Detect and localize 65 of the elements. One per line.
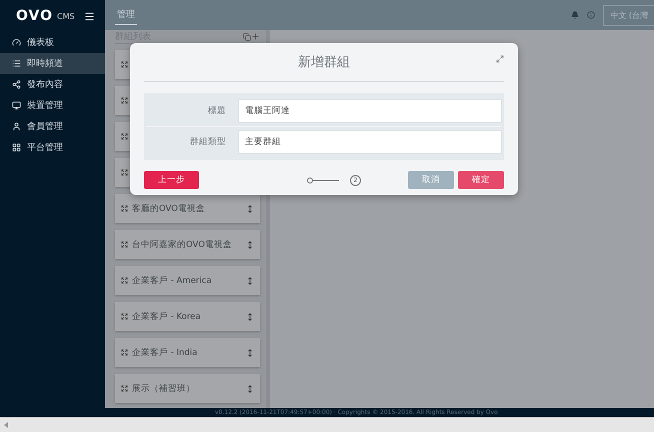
group-card[interactable]: 企業客戶 - Korea — [115, 302, 260, 331]
sidebar-item[interactable]: 平台管理 — [0, 137, 105, 158]
sidebar-label: 即時頻道 — [27, 58, 63, 70]
group-name: 企業客戶 - Korea — [132, 310, 202, 322]
gauge-icon — [12, 38, 21, 47]
group-name: 台中阿嘉家的OVO電視盒 — [132, 238, 233, 250]
user-icon — [12, 122, 21, 131]
group-card[interactable]: 展示（補習班） — [115, 374, 260, 403]
input-field[interactable]: 主要群組 — [238, 130, 502, 154]
logo-suffix: CMS — [57, 12, 76, 20]
expand-icon — [121, 169, 128, 176]
group-card[interactable]: 企業客戶 - India — [115, 338, 260, 367]
sidebar-item[interactable]: 裝置管理 — [0, 95, 105, 116]
tab[interactable]: 管理 — [115, 5, 137, 25]
monitor-icon — [12, 101, 21, 110]
list-icon — [12, 59, 21, 68]
expand-icon — [121, 313, 128, 320]
logo: OVO — [16, 8, 54, 24]
cancel-button[interactable]: 取消 — [408, 171, 454, 189]
add-icon[interactable] — [251, 32, 260, 41]
expand-icon — [121, 277, 128, 284]
group-card[interactable]: 企業客戶 - America — [115, 266, 260, 295]
group-name: 企業客戶 - America — [132, 274, 213, 286]
field-label: 標題 — [207, 105, 226, 117]
sidebar-item[interactable]: 會員管理 — [0, 116, 105, 137]
back-button[interactable]: 上一步 — [144, 171, 199, 189]
sidebar-label: 發布內容 — [27, 78, 63, 91]
sidebar-label: 會員管理 — [27, 120, 63, 133]
sidebar-label: 平台管理 — [27, 142, 63, 154]
scrollbar[interactable] — [0, 417, 654, 432]
group-card[interactable]: 台中阿嘉家的OVO電視盒 — [115, 230, 260, 259]
grid-icon — [12, 143, 21, 152]
bell-icon[interactable] — [571, 11, 580, 19]
expand-icon — [121, 241, 128, 248]
group-name: 展示（補習班） — [132, 382, 196, 394]
expand-icon — [121, 133, 128, 140]
expand-icon — [121, 61, 128, 68]
drag-icon[interactable] — [246, 348, 254, 356]
drag-icon[interactable] — [246, 240, 254, 248]
share-icon — [12, 80, 21, 89]
group-card[interactable]: 客廳的OVO電視盒 — [115, 194, 260, 223]
sidebar-item[interactable]: 即時頻道 — [0, 53, 105, 74]
language-select[interactable]: 中文 (台灣 — [603, 4, 654, 26]
sidebar-item[interactable]: 發布內容 — [0, 74, 105, 95]
info-icon[interactable] — [587, 11, 596, 19]
sidebar-label: 儀表板 — [27, 36, 54, 49]
expand-icon — [121, 205, 128, 212]
drag-icon[interactable] — [246, 384, 254, 392]
confirm-button[interactable]: 確定 — [458, 171, 504, 189]
input-field[interactable]: 電腦王阿達 — [238, 99, 502, 123]
group-name: 企業客戶 - India — [132, 346, 198, 358]
field-label: 群組類型 — [189, 136, 226, 148]
menu-icon[interactable] — [84, 10, 95, 22]
drag-icon[interactable] — [246, 312, 254, 320]
maximize-icon[interactable] — [496, 55, 504, 63]
sidebar-label: 裝置管理 — [27, 100, 63, 112]
drag-icon[interactable] — [246, 276, 254, 284]
copy-icon[interactable] — [243, 32, 251, 40]
expand-icon — [121, 349, 128, 356]
group-name: 客廳的OVO電視盒 — [132, 202, 206, 214]
drag-icon[interactable] — [246, 204, 254, 212]
expand-icon — [121, 385, 128, 392]
expand-icon — [121, 97, 128, 104]
sidebar-item[interactable]: 儀表板 — [0, 32, 105, 53]
dialog-title: 新增群組 — [298, 54, 350, 71]
